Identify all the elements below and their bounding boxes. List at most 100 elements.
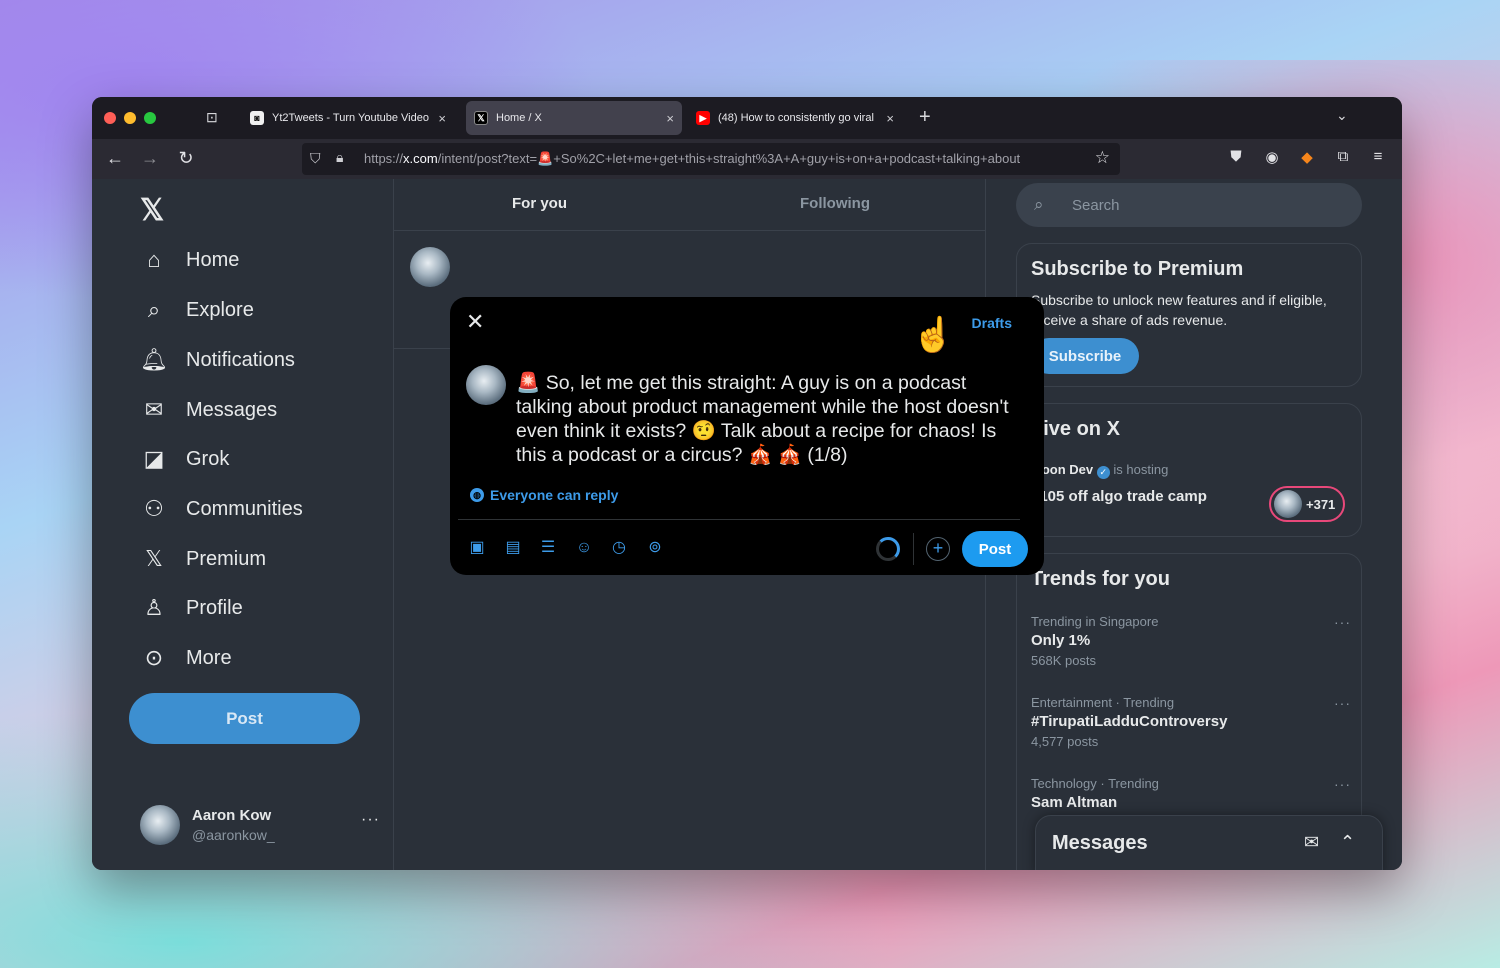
sidebar-item-label: Grok — [186, 447, 230, 470]
schedule-icon[interactable]: ◷ — [608, 537, 630, 559]
trend-name: Only 1% — [1031, 632, 1091, 649]
more-circle-icon: ⊙ — [144, 645, 164, 670]
live-title: Live on X — [1031, 418, 1120, 440]
account-name: Aaron Kow — [192, 807, 272, 824]
url-text[interactable]: https://x.com/intent/post?text=🚨+So%2C+l… — [364, 151, 1090, 167]
x-logo-icon[interactable]: 𝕏 — [140, 193, 164, 228]
character-count-ring — [876, 537, 900, 561]
post-button[interactable]: Post — [962, 531, 1028, 567]
messages-dock-title: Messages — [1052, 832, 1148, 854]
metamask-icon[interactable]: ◆ — [1296, 148, 1318, 166]
more-icon[interactable]: ··· — [1334, 776, 1351, 792]
sidebar-item-premium[interactable]: 𝕏 Premium — [140, 546, 266, 572]
close-tab-icon[interactable]: × — [438, 111, 446, 126]
trend-name: #TirupatiLadduControversy — [1031, 713, 1228, 730]
account-switcher[interactable]: Aaron Kow @aaronkow_ ··· — [140, 803, 380, 849]
back-arrow-icon[interactable]: ← — [104, 148, 126, 169]
close-tab-icon[interactable]: × — [666, 111, 674, 126]
browser-window: ⊡ ◙ Yt2Tweets - Turn Youtube Video × 𝕏 H… — [92, 97, 1402, 870]
x-logo-icon: 𝕏 — [474, 111, 488, 125]
trend-name: Sam Altman — [1031, 794, 1118, 811]
minimize-window-button[interactable] — [124, 112, 136, 124]
bookmark-star-icon[interactable]: ☆ — [1095, 148, 1110, 168]
reload-icon[interactable]: ↻ — [175, 148, 197, 169]
tab-yt2tweets[interactable]: ◙ Yt2Tweets - Turn Youtube Video × — [242, 101, 454, 135]
sidebar-item-explore[interactable]: ⌕ Explore — [140, 297, 254, 323]
poll-icon[interactable]: ☰ — [537, 537, 559, 559]
tab-list-chevron-icon[interactable]: ⌄ — [1336, 107, 1348, 124]
live-listeners-badge[interactable]: +371 — [1269, 486, 1345, 522]
tab-for-you[interactable]: For you — [512, 195, 567, 212]
pocket-icon[interactable]: ⛊ — [1225, 148, 1247, 165]
account-icon[interactable]: ◉ — [1261, 148, 1283, 166]
x-page: 𝕏 ⌂ Home ⌕ Explore 🔔︎ Notifications ✉ Me… — [92, 179, 1402, 870]
divider — [913, 533, 914, 565]
emoji-icon[interactable]: ☺ — [573, 537, 595, 559]
trend-category: Trending in Singapore — [1031, 614, 1159, 629]
close-window-button[interactable] — [104, 112, 116, 124]
live-event-title[interactable]: $105 off algo trade camp — [1031, 488, 1207, 505]
sidebar-post-button[interactable]: Post — [129, 693, 360, 744]
close-tab-icon[interactable]: × — [886, 111, 894, 126]
sidebar-item-more[interactable]: ⊙ More — [140, 645, 232, 671]
search-icon: ⌕ — [1034, 195, 1044, 214]
chevron-up-icon[interactable]: ⌃ — [1340, 832, 1355, 853]
home-icon: ⌂ — [147, 247, 161, 272]
search-input[interactable]: ⌕ Search — [1016, 183, 1362, 227]
reply-setting-button[interactable]: ◍ Everyone can reply — [470, 487, 618, 503]
trend-item[interactable]: Technology · Trending Sam Altman ··· — [1031, 776, 1351, 811]
live-card: Live on X Moon Dev ✓ is hosting $105 off… — [1016, 403, 1362, 537]
more-icon[interactable]: ··· — [1334, 614, 1351, 630]
new-tab-button[interactable]: + — [919, 106, 931, 129]
sidebar-item-messages[interactable]: ✉ Messages — [140, 397, 277, 423]
shield-icon[interactable]: ⛉ — [310, 150, 321, 167]
gif-icon[interactable]: ▤ — [502, 537, 524, 559]
maximize-window-button[interactable] — [144, 112, 156, 124]
tab-title: Yt2Tweets - Turn Youtube Video — [272, 112, 429, 124]
sidebar-item-profile[interactable]: ♙ Profile — [140, 595, 243, 621]
location-icon[interactable]: ⊚ — [644, 537, 666, 559]
search-placeholder: Search — [1072, 197, 1120, 214]
close-icon[interactable]: ✕ — [466, 309, 484, 335]
sidebar-item-home[interactable]: ⌂ Home — [140, 247, 239, 273]
sidebar-item-communities[interactable]: ⚇ Communities — [140, 496, 303, 522]
extensions-icon[interactable]: ⧉ — [1332, 148, 1354, 165]
new-message-icon[interactable]: ✉ — [1304, 832, 1319, 853]
image-icon[interactable]: ▣ — [466, 537, 488, 559]
tab-home-x[interactable]: 𝕏 Home / X × — [466, 101, 682, 135]
tab-tray-icon[interactable]: ⊡ — [206, 109, 218, 126]
tab-youtube[interactable]: ▶ (48) How to consistently go viral × — [688, 101, 902, 135]
trend-count: 568K posts — [1031, 653, 1097, 668]
url-domain: x.com — [403, 151, 438, 166]
drafts-button[interactable]: Drafts — [972, 315, 1012, 331]
url-path: /intent/post?text=🚨+So%2C+let+me+get+thi… — [437, 151, 1021, 166]
subscribe-button[interactable]: Subscribe — [1031, 338, 1139, 374]
messages-dock[interactable]: Messages ✉ ⌃ — [1035, 815, 1383, 870]
sidebar-item-label: Messages — [186, 398, 278, 421]
add-post-button[interactable]: + — [926, 537, 950, 561]
sidebar-item-notifications[interactable]: 🔔︎ Notifications — [140, 347, 295, 373]
address-bar[interactable]: ⛉ 🔒︎ https://x.com/intent/post?text=🚨+So… — [302, 143, 1120, 175]
yt2tweets-icon: ◙ — [250, 111, 264, 125]
live-host[interactable]: Moon Dev ✓ is hosting — [1031, 462, 1168, 479]
more-icon[interactable]: ··· — [1334, 695, 1351, 711]
account-menu-icon[interactable]: ··· — [361, 811, 380, 829]
timeline-tabs: For you Following — [394, 179, 985, 231]
tab-title: (48) How to consistently go viral — [718, 112, 874, 124]
compose-textarea[interactable]: 🚨 So, let me get this straight: A guy is… — [516, 371, 1016, 467]
premium-card: Subscribe to Premium Subscribe to unlock… — [1016, 243, 1362, 387]
tab-following[interactable]: Following — [800, 195, 870, 212]
trend-item[interactable]: Trending in Singapore Only 1% 568K posts… — [1031, 614, 1351, 668]
sidebar-item-grok[interactable]: ◪ Grok — [140, 446, 230, 472]
sidebar-item-label: Premium — [186, 547, 267, 570]
avatar — [140, 805, 180, 845]
trend-item[interactable]: Entertainment · Trending #TirupatiLadduC… — [1031, 695, 1351, 749]
menu-icon[interactable]: ≡ — [1367, 148, 1389, 165]
reply-setting-label: Everyone can reply — [490, 487, 619, 503]
divider — [458, 519, 1020, 520]
x-logo-icon: 𝕏 — [145, 546, 163, 571]
premium-title: Subscribe to Premium — [1031, 258, 1244, 280]
forward-arrow-icon[interactable]: → — [139, 148, 161, 169]
lock-icon[interactable]: 🔒︎ — [336, 149, 343, 166]
trend-count: 4,577 posts — [1031, 734, 1099, 749]
